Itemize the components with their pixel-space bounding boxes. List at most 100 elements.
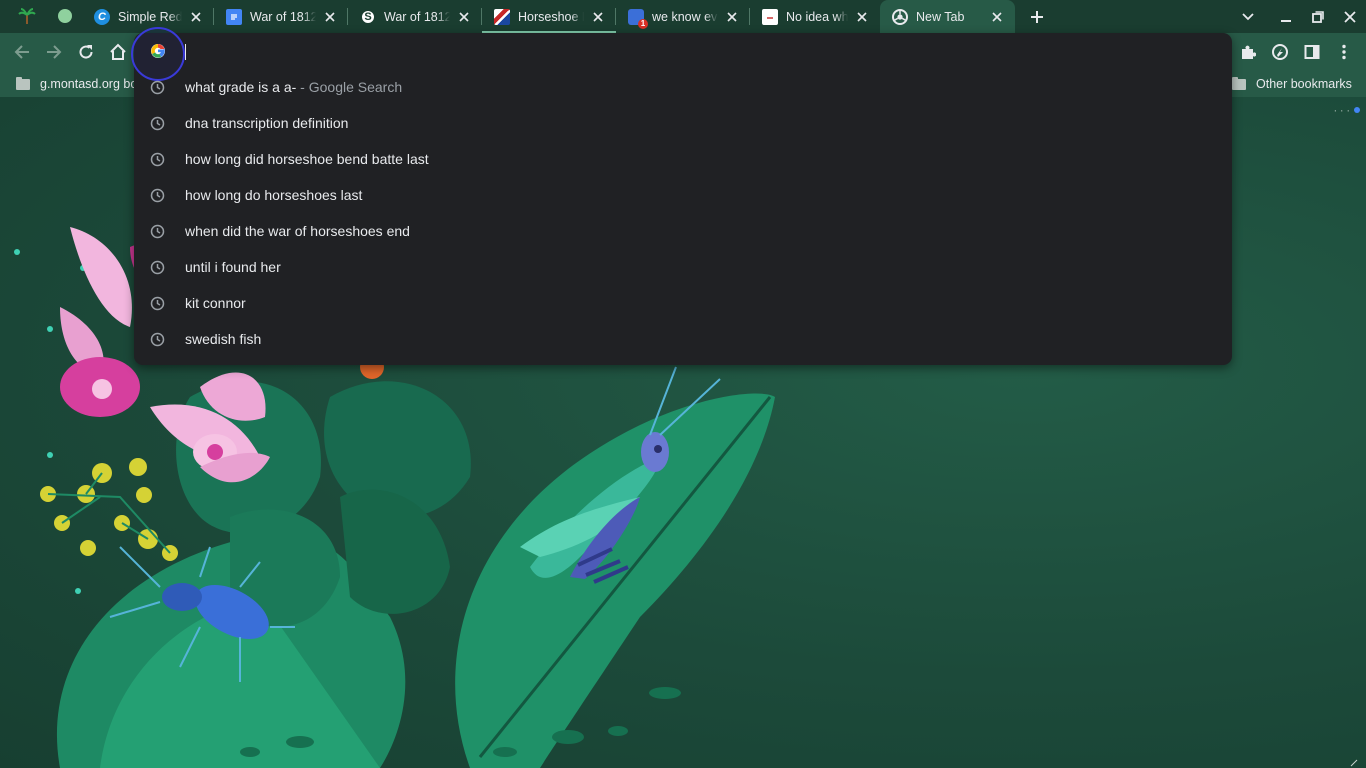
- s-icon: S: [360, 8, 376, 25]
- history-clock-icon: [150, 332, 165, 347]
- extension-button[interactable]: [1268, 40, 1292, 64]
- new-tab-button[interactable]: [1026, 6, 1048, 28]
- tab-we-know[interactable]: 1 we know eve: [616, 0, 750, 33]
- other-bookmarks[interactable]: Other bookmarks: [1232, 75, 1352, 93]
- home-icon: [110, 43, 126, 60]
- close-icon[interactable]: [456, 9, 472, 25]
- kebab-menu-icon: [1342, 44, 1346, 60]
- plus-icon: [1031, 11, 1043, 23]
- suggestion-text: when did the war of horseshoes end: [185, 223, 410, 239]
- close-window-button[interactable]: [1340, 7, 1360, 27]
- address-bar-input[interactable]: [184, 39, 1214, 65]
- suggestion-item[interactable]: until i found her: [134, 249, 1232, 285]
- restore-icon: [1312, 11, 1324, 23]
- suggestion-item[interactable]: what grade is a a- - Google Search: [134, 69, 1232, 105]
- history-clock-icon: [150, 188, 165, 203]
- side-panel-icon: [1304, 45, 1320, 59]
- history-clock-icon: [150, 260, 165, 275]
- menu-button[interactable]: [1332, 40, 1356, 64]
- side-panel-button[interactable]: [1300, 40, 1324, 64]
- suggestion-item[interactable]: when did the war of horseshoes end: [134, 213, 1232, 249]
- palm-tree-icon: [18, 8, 36, 24]
- history-clock-icon: [150, 80, 165, 95]
- arrow-right-icon: [47, 45, 62, 59]
- suggestion-text: how long did horseshoe bend batte last: [185, 151, 429, 167]
- pencil-icon[interactable]: [1350, 754, 1358, 767]
- folder-icon: [1232, 76, 1246, 90]
- suggestion-text: swedish fish: [185, 331, 262, 347]
- tab-title: War of 1812: [250, 9, 316, 24]
- close-icon[interactable]: [188, 9, 204, 25]
- text-caret: [185, 44, 186, 60]
- close-icon[interactable]: [724, 9, 740, 25]
- suggestion-subtext: - Google Search: [296, 79, 403, 95]
- page-icon: [762, 8, 778, 25]
- tab-title: New Tab: [916, 9, 965, 24]
- history-clock-icon: [150, 116, 165, 131]
- avatar[interactable]: [1354, 107, 1360, 113]
- gmail-link[interactable]: ▪: [1335, 108, 1336, 113]
- suggestion-text: what grade is a a-: [185, 79, 297, 95]
- apps-icon[interactable]: ▪: [1348, 108, 1349, 113]
- notification-badge: 1: [638, 18, 648, 29]
- suggestion-item[interactable]: dna transcription definition: [134, 105, 1232, 141]
- tab-strip: C Simple Red a War of 1812 S War of 1812…: [0, 0, 1366, 33]
- google-docs-icon: [226, 8, 242, 25]
- suggestion-text: kit connor: [185, 295, 246, 311]
- suggestion-item[interactable]: swedish fish: [134, 321, 1232, 357]
- suggestion-item[interactable]: how long do horseshoes last: [134, 177, 1232, 213]
- back-button[interactable]: [10, 40, 34, 64]
- history-clock-icon: [150, 296, 165, 311]
- canva-icon: C: [94, 8, 110, 25]
- minimize-button[interactable]: [1276, 7, 1296, 27]
- folder-icon: [16, 76, 30, 90]
- chevron-down-icon: [1242, 13, 1254, 21]
- close-icon[interactable]: [590, 9, 606, 25]
- tab-search-button[interactable]: [1238, 7, 1258, 27]
- tab-war-of-1812-docs[interactable]: War of 1812: [214, 0, 348, 33]
- bookmark-label: Other bookmarks: [1256, 77, 1352, 91]
- suggestion-item[interactable]: kit connor: [134, 285, 1232, 321]
- images-link[interactable]: ▪: [1341, 108, 1342, 113]
- arrow-left-icon: [14, 45, 29, 59]
- minimize-icon: [1281, 20, 1291, 22]
- tab-new-tab[interactable]: New Tab: [880, 0, 1015, 33]
- google-g-icon: [151, 44, 165, 58]
- pinned-tab-palm[interactable]: [10, 0, 44, 32]
- suggestion-text: how long do horseshoes last: [185, 187, 363, 203]
- mail-badge-icon: 1: [628, 8, 648, 29]
- puzzle-icon: [1242, 45, 1256, 59]
- suggestion-item[interactable]: how long did horseshoe bend batte last: [134, 141, 1232, 177]
- tab-title: Simple Red a: [118, 9, 182, 24]
- ntp-top-links: ▪ ▪ ▪: [1335, 107, 1360, 113]
- close-icon: [1344, 11, 1356, 23]
- tab-horseshoe-bend[interactable]: Horseshoe B: [482, 0, 616, 33]
- tab-title: we know eve: [652, 9, 718, 24]
- tab-title: No idea wha: [786, 9, 848, 24]
- close-icon[interactable]: [989, 9, 1005, 25]
- close-icon[interactable]: [322, 9, 338, 25]
- extensions-button[interactable]: [1236, 40, 1260, 64]
- close-icon[interactable]: [854, 9, 870, 25]
- home-button[interactable]: [106, 40, 130, 64]
- shield-flag-icon: [494, 8, 510, 25]
- pinned-tab-dot[interactable]: [48, 0, 82, 32]
- omnibox-dropdown: what grade is a a- - Google Search dna t…: [131, 27, 1232, 365]
- bookmark-folder-montasd[interactable]: g.montasd.org bo: [16, 75, 137, 93]
- green-dot-icon: [58, 9, 72, 23]
- tab-war-of-1812-s[interactable]: S War of 1812: [348, 0, 482, 33]
- restore-button[interactable]: [1308, 7, 1328, 27]
- speed-icon: [1272, 44, 1288, 60]
- reload-button[interactable]: [74, 40, 98, 64]
- tab-title: War of 1812: [384, 9, 450, 24]
- history-clock-icon: [150, 152, 165, 167]
- chrome-icon: [892, 8, 908, 25]
- tab-no-idea[interactable]: No idea wha: [750, 0, 880, 33]
- suggestion-text: dna transcription definition: [185, 115, 349, 131]
- forward-button[interactable]: [42, 40, 66, 64]
- reload-icon: [79, 45, 93, 59]
- history-clock-icon: [150, 224, 165, 239]
- bookmark-label: g.montasd.org bo: [40, 77, 138, 91]
- suggestion-text: until i found her: [185, 259, 281, 275]
- tab-title: Horseshoe B: [518, 9, 584, 24]
